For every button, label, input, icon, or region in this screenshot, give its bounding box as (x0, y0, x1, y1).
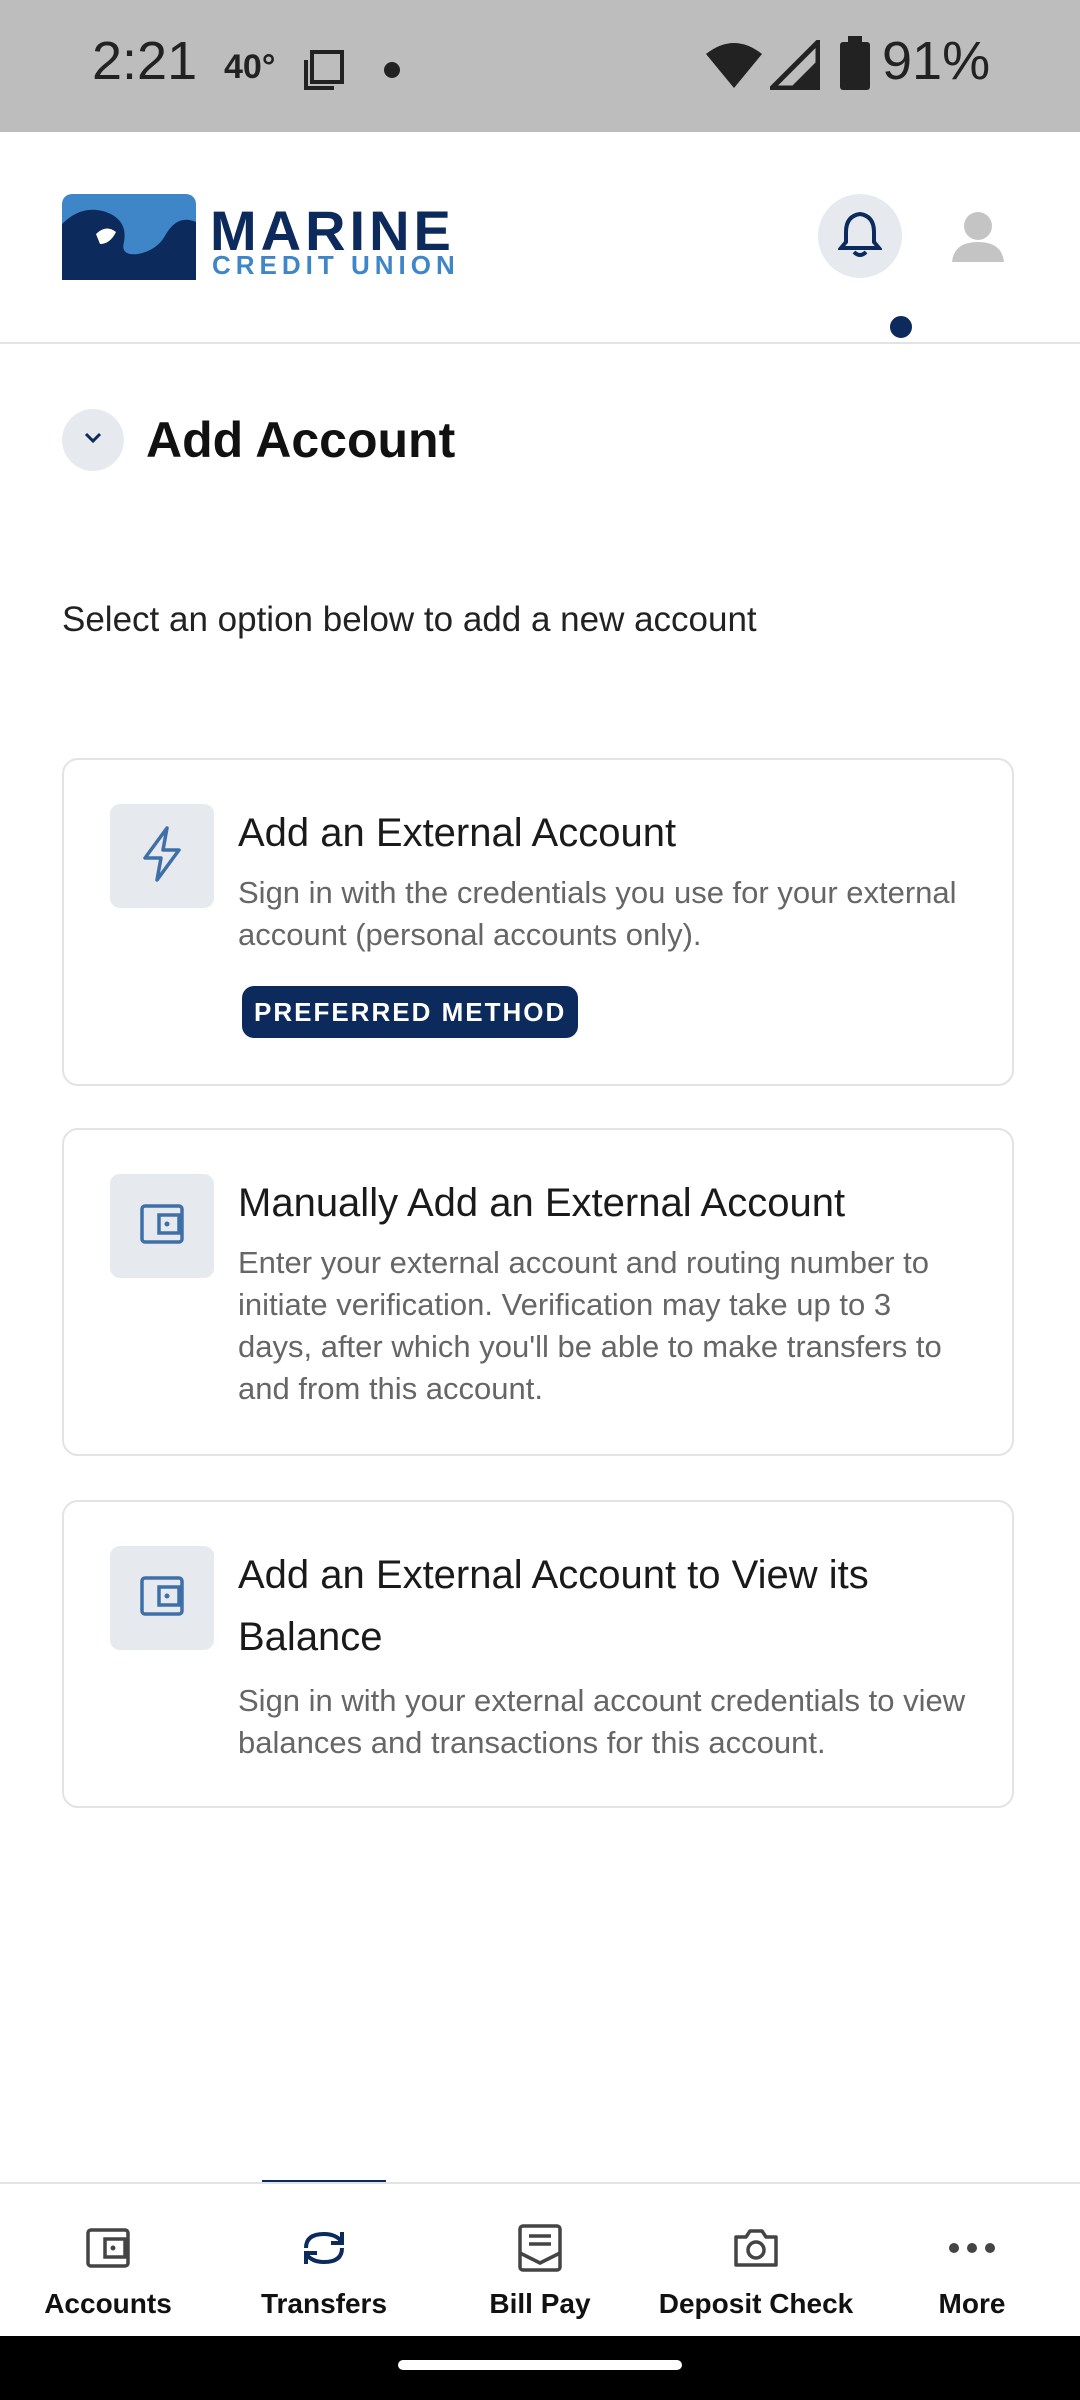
signal-icon (765, 35, 821, 95)
option-card-external-account[interactable]: Add an External Account Sign in with the… (62, 758, 1014, 1086)
option-icon-box (110, 1546, 214, 1650)
wallet-icon (139, 1203, 185, 1250)
nav-more[interactable]: More (864, 2184, 1080, 2338)
marine-logo[interactable] (62, 194, 196, 285)
option-card-view-balance[interactable]: Add an External Account to View its Bala… (62, 1500, 1014, 1808)
bottom-navigation: Accounts Transfers Bill Pay Deposit Chec… (0, 2182, 1080, 2338)
app-header: MARINE CREDIT UNION (0, 132, 1080, 344)
wallet-icon (85, 2220, 131, 2276)
status-time: 2:21 (92, 31, 198, 91)
nav-transfers[interactable]: Transfers (216, 2184, 432, 2338)
notifications-button[interactable] (818, 194, 902, 278)
nav-bill-pay[interactable]: Bill Pay (432, 2184, 648, 2338)
user-icon (948, 212, 1008, 270)
transfer-arrows-icon (298, 2220, 350, 2276)
system-gesture-bar (0, 2336, 1080, 2400)
notification-dot-icon (384, 62, 400, 78)
option-card-manual-external-account[interactable]: Manually Add an External Account Enter y… (62, 1128, 1014, 1456)
page-subtitle: Select an option below to add a new acco… (62, 600, 757, 639)
option-title: Add an External Account (238, 811, 677, 855)
chevron-down-icon (83, 431, 103, 450)
bill-icon (517, 2220, 563, 2276)
camera-icon (732, 2220, 780, 2276)
more-dots-icon (948, 2220, 996, 2276)
notification-badge (886, 312, 916, 342)
battery-icon (838, 36, 872, 97)
option-description: Sign in with your external account crede… (238, 1683, 966, 1760)
nav-label: Transfers (260, 2288, 388, 2319)
bell-icon (836, 210, 884, 263)
screenshot-icon (302, 48, 346, 97)
collapse-button[interactable] (62, 409, 124, 471)
nav-label: More (938, 2288, 1006, 2319)
wifi-icon (704, 40, 764, 95)
option-title: Add an External Account to View its Bala… (238, 1553, 869, 1659)
option-description: Enter your external account and routing … (238, 1245, 942, 1406)
profile-button[interactable] (948, 206, 1008, 271)
nav-label: Deposit Check (658, 2288, 854, 2319)
option-icon-box (110, 804, 214, 908)
option-description: Sign in with the credentials you use for… (238, 875, 957, 952)
nav-label: Accounts (44, 2288, 172, 2319)
nav-deposit-check[interactable]: Deposit Check (648, 2184, 864, 2338)
page-title-row: Add Account (62, 408, 455, 472)
nav-label: Bill Pay (489, 2288, 591, 2319)
status-temperature: 40° (224, 48, 276, 86)
lightning-icon (139, 825, 185, 887)
option-icon-box (110, 1174, 214, 1278)
option-title: Manually Add an External Account (238, 1181, 846, 1225)
home-gesture-handle[interactable] (398, 2360, 682, 2370)
preferred-method-badge: PREFERRED METHOD (242, 986, 579, 1038)
nav-accounts[interactable]: Accounts (0, 2184, 216, 2338)
wallet-icon (139, 1575, 185, 1622)
status-bar: 2:21 40° 91% (0, 0, 1080, 132)
logo-text-credit-union: CREDIT UNION (212, 250, 460, 280)
page-title: Add Account (146, 412, 456, 468)
battery-percent: 91% (882, 31, 991, 91)
